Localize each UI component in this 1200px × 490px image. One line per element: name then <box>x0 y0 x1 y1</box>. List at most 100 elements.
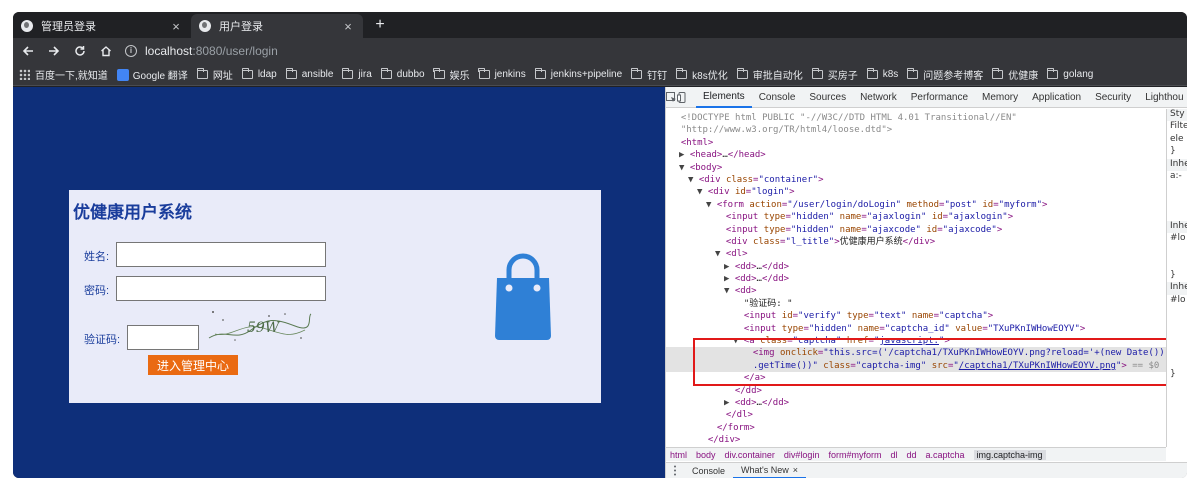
dom-node-line[interactable]: ▼ <div id="login"> <box>666 186 1166 198</box>
address-bar[interactable]: i localhost :8080/user/login <box>125 40 278 62</box>
breadcrumb-item[interactable]: img.captcha-img <box>973 449 1046 460</box>
bookmark-item[interactable]: Google 翻译 <box>116 67 188 82</box>
new-tab-button[interactable]: + <box>371 16 389 34</box>
expand-triangle-icon[interactable]: ▼ <box>688 175 699 185</box>
devtools-tab[interactable]: Memory <box>975 87 1025 108</box>
drawer-tab-console[interactable]: Console <box>684 463 733 479</box>
bookmark-item[interactable]: 网址 <box>196 67 233 82</box>
bookmark-label: 优健康 <box>1008 71 1039 82</box>
forward-button[interactable] <box>43 40 65 62</box>
breadcrumb-item[interactable]: div#login <box>784 450 820 460</box>
bookmark-label: 百度一下,就知道 <box>35 71 108 82</box>
expand-triangle-icon[interactable]: ▶ <box>724 262 735 272</box>
devtools-tab[interactable]: Performance <box>904 87 975 108</box>
close-icon[interactable]: × <box>341 19 355 34</box>
folder-icon <box>380 68 392 79</box>
name-input[interactable] <box>116 242 326 267</box>
bookmark-item[interactable]: dubbo <box>380 68 425 80</box>
dom-node-line[interactable]: ▶ <dd>…</dd> <box>666 273 1166 285</box>
bookmark-item[interactable]: k8s <box>866 68 898 80</box>
breadcrumb-item[interactable]: dl <box>890 450 897 460</box>
dom-node-line[interactable]: ▶ <dd>…</dd> <box>666 261 1166 273</box>
dom-node-line[interactable]: ▼ <dd> <box>666 285 1166 297</box>
close-icon[interactable]: × <box>169 19 183 34</box>
dom-node-line[interactable]: ▶ <dd>…</dd> <box>666 397 1166 409</box>
dom-node-line[interactable]: <input id="verify" type="text" name="cap… <box>666 310 1166 322</box>
password-input[interactable] <box>116 276 326 301</box>
dom-node-line[interactable]: </form> <box>666 422 1166 434</box>
dom-node-line[interactable]: <html> <box>666 137 1166 149</box>
tab-user-login[interactable]: 用户登录 × <box>191 14 363 38</box>
dom-node-line[interactable]: ▼ <form action="/user/login/doLogin" met… <box>666 199 1166 211</box>
close-icon[interactable]: × <box>793 465 798 475</box>
expand-triangle-icon[interactable]: ▼ <box>706 200 717 210</box>
dom-node-line[interactable]: "http://www.w3.org/TR/html4/loose.dtd"> <box>666 124 1166 136</box>
drawer-menu-button[interactable] <box>666 460 684 478</box>
devtools-tab[interactable]: Lighthou <box>1138 87 1187 108</box>
bookmark-item[interactable]: ansible <box>285 68 333 80</box>
dom-node-line[interactable]: "验证码: " <box>666 298 1166 310</box>
reload-button[interactable] <box>69 40 91 62</box>
expand-triangle-icon[interactable]: ▶ <box>679 150 690 160</box>
folder-icon <box>285 68 297 79</box>
bookmark-item[interactable]: ldap <box>241 68 277 80</box>
breadcrumb-item[interactable]: div.container <box>725 450 775 460</box>
breadcrumb-item[interactable]: body <box>696 450 716 460</box>
home-button[interactable] <box>95 40 117 62</box>
expand-triangle-icon[interactable]: ▼ <box>715 249 726 259</box>
breadcrumb-item[interactable]: form#myform <box>828 450 881 460</box>
bookmark-item[interactable]: jira <box>342 68 372 80</box>
breadcrumb-item[interactable]: a.captcha <box>926 450 965 460</box>
bookmark-item[interactable]: jenkins <box>478 68 526 80</box>
dom-node-line[interactable]: ▼ <div class="container"> <box>666 174 1166 186</box>
styles-fragment: Inhe <box>1167 220 1187 233</box>
bookmark-label: Google 翻译 <box>132 71 188 82</box>
bookmark-item[interactable]: 审批自动化 <box>736 67 803 82</box>
expand-triangle-icon[interactable]: ▼ <box>679 163 690 173</box>
devtools-tab[interactable]: Application <box>1025 87 1088 108</box>
breadcrumb-item[interactable]: dd <box>906 450 916 460</box>
captcha-image[interactable]: 59W <box>205 308 313 344</box>
bookmark-item[interactable]: jenkins+pipeline <box>534 68 622 80</box>
dom-node-line[interactable]: <input type="hidden" name="ajaxlogin" id… <box>666 211 1166 223</box>
dom-node-line[interactable]: </dd> <box>666 385 1166 397</box>
drawer-tab-whats-new[interactable]: What's New × <box>733 463 807 478</box>
submit-button[interactable]: 进入管理中心 <box>148 355 238 375</box>
bookmark-item[interactable]: 买房子 <box>811 67 858 82</box>
expand-triangle-icon[interactable]: ▼ <box>697 187 708 197</box>
bookmark-item[interactable]: 优健康 <box>992 67 1038 82</box>
dom-node-line[interactable]: <input type="hidden" name="captcha_id" v… <box>666 323 1166 335</box>
dom-node-line[interactable]: </div> <box>666 434 1166 446</box>
dom-node-line[interactable]: <div class="l_title">优健康用户系统</div> <box>666 236 1166 248</box>
devtools-tab[interactable]: Security <box>1088 87 1138 108</box>
bookmark-item[interactable]: k8s优化 <box>675 67 728 82</box>
dom-node-line[interactable]: <input type="hidden" name="ajaxcode" id=… <box>666 224 1166 236</box>
bookmark-label: 问题参考博客 <box>923 71 984 82</box>
dom-node-line[interactable]: ▼ <body> <box>666 162 1166 174</box>
dom-node-line[interactable]: </dl> <box>666 409 1166 421</box>
devtools-tab[interactable]: Console <box>752 87 803 108</box>
breadcrumb-item[interactable]: html <box>670 450 687 460</box>
dom-node-line[interactable]: ▼ <dl> <box>666 248 1166 260</box>
back-button[interactable] <box>17 40 39 62</box>
devtools-toolbar: Elements Console Sources Network Performance… <box>666 87 1187 108</box>
captcha-input[interactable] <box>127 325 199 350</box>
device-toggle-button[interactable] <box>677 87 688 108</box>
bookmark-item[interactable]: 娱乐 <box>433 67 470 82</box>
bookmark-item[interactable]: 钉钉 <box>630 67 667 82</box>
devtools-tab[interactable]: Elements <box>696 87 752 108</box>
devtools-tab[interactable]: Sources <box>802 87 853 108</box>
expand-triangle-icon[interactable]: ▼ <box>724 286 735 296</box>
devtools-tab[interactable]: Network <box>853 87 904 108</box>
bookmark-item[interactable]: golang <box>1047 68 1093 80</box>
info-icon[interactable]: i <box>125 45 137 57</box>
dom-node-line[interactable]: ▶ <head>…</head> <box>666 149 1166 161</box>
dom-node-line[interactable]: <!DOCTYPE html PUBLIC "-//W3C//DTD HTML … <box>666 112 1166 124</box>
inspect-element-button[interactable] <box>666 87 677 108</box>
url-path: :8080/user/login <box>192 44 278 58</box>
expand-triangle-icon[interactable]: ▶ <box>724 274 735 284</box>
tab-admin-login[interactable]: 管理员登录 × <box>13 14 191 38</box>
expand-triangle-icon[interactable]: ▶ <box>724 398 735 408</box>
bookmark-item[interactable]: 百度一下,就知道 <box>19 67 108 82</box>
bookmark-item[interactable]: 问题参考博客 <box>907 67 983 82</box>
